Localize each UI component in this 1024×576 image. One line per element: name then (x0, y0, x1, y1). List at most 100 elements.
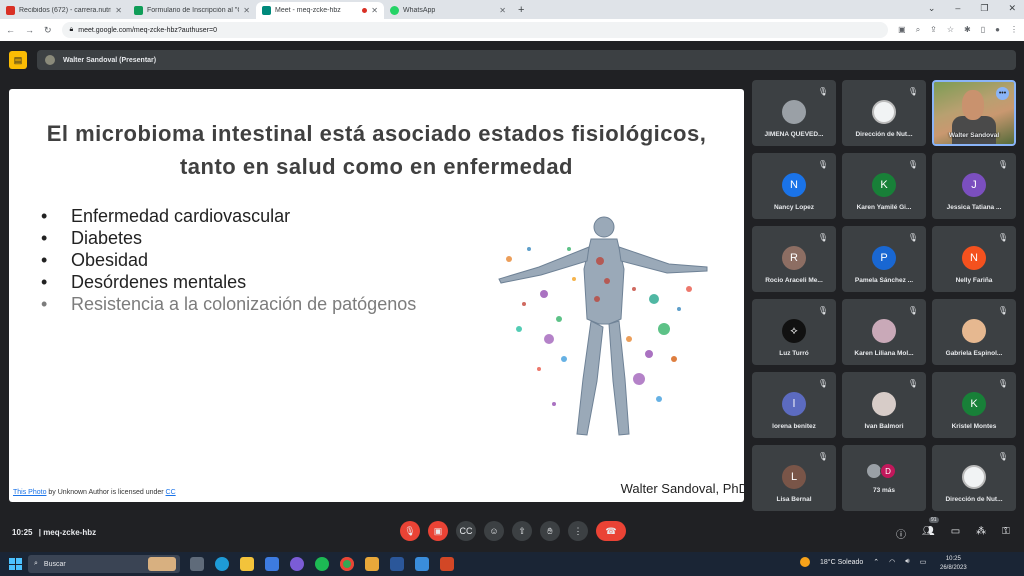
mic-off-icon: 🎙︎ (817, 452, 828, 461)
store-icon[interactable] (265, 557, 279, 571)
participant-tile[interactable]: 🎙︎ Gabriela Espinol... (932, 299, 1016, 365)
edge-icon[interactable] (215, 557, 229, 571)
volume-icon[interactable]: 🔊︎ (905, 558, 909, 566)
more-options-icon[interactable]: ••• (996, 87, 1009, 100)
photo-link[interactable]: This Photo (13, 489, 46, 496)
participant-tile[interactable]: 🎙︎ N Nelly Fariña (932, 226, 1016, 292)
reload-icon[interactable]: ↻ (44, 25, 52, 36)
participant-tile[interactable]: 🎙︎ Dirección de Nut... (842, 80, 926, 146)
people-icon[interactable]: 👥︎ (922, 526, 935, 541)
participant-tile[interactable]: 🎙︎ l lorena benitez (752, 372, 836, 438)
mic-off-icon: 🎙︎ (997, 306, 1008, 315)
powerpoint-icon[interactable] (440, 557, 454, 571)
bullet-item: Enfermedad cardiovascular (41, 205, 416, 227)
mic-off-icon: 🎙︎ (997, 379, 1008, 388)
participant-tile[interactable]: 🎙︎ L Lisa Bernal (752, 445, 836, 511)
mic-off-icon: 🎙︎ (817, 87, 828, 96)
participant-name: Kristel Montes (951, 423, 997, 430)
presentation-icon[interactable]: ▤ (9, 51, 27, 69)
close-icon[interactable]: ✕ (371, 6, 378, 15)
activities-icon[interactable]: ⁂ (976, 526, 986, 541)
url-field[interactable]: 🔒︎ meet.google.com/meq-zcke-hbz?authuser… (61, 22, 889, 38)
profile-icon[interactable]: ● (995, 25, 1000, 35)
license-link[interactable]: CC (166, 489, 176, 496)
tab-title: WhatsApp (403, 7, 436, 14)
participant-tile[interactable]: 🎙︎ Karen Liliana Mol... (842, 299, 926, 365)
meet-control-bar: 10:25 | meq-zcke-hbz 🎙︎ ▣ CC ☺ ⇧ ✋︎ ⋮ ☎︎… (0, 512, 1024, 552)
presenter-bar[interactable]: Walter Sandoval (Presentar) (37, 50, 1016, 70)
lock-icon: 🔒︎ (69, 26, 74, 33)
participant-tile[interactable]: 🎙︎ Dirección de Nut... (932, 445, 1016, 511)
minimize-icon[interactable]: – (955, 3, 960, 14)
chevron-up-icon[interactable]: ⌃ (873, 558, 879, 566)
chat-icon[interactable]: ▭ (951, 526, 960, 541)
tab-whatsapp[interactable]: WhatsApp ✕ (384, 2, 512, 19)
close-icon[interactable]: ✕ (499, 6, 506, 15)
info-icon[interactable]: ⓘ (896, 526, 906, 541)
participant-name: Jessica Tatiana ... (946, 204, 1002, 211)
forward-icon[interactable]: → (25, 25, 34, 35)
avatar (872, 319, 896, 343)
photos-icon[interactable] (415, 557, 429, 571)
camera-icon[interactable]: ▣ (898, 25, 906, 35)
weather-label[interactable]: 18°C Soleado (820, 559, 863, 566)
presenter-avatar (45, 55, 55, 65)
word-icon[interactable] (390, 557, 404, 571)
back-icon[interactable]: ← (6, 25, 15, 35)
captions-button[interactable]: CC (456, 521, 476, 541)
leave-call-button[interactable]: ☎︎ (596, 521, 626, 541)
camera-toggle-button[interactable]: ▣ (428, 521, 448, 541)
battery-icon[interactable]: ▭ (920, 558, 927, 566)
spotify-icon[interactable] (315, 557, 329, 571)
participant-tile[interactable]: 🎙︎ K Kristel Montes (932, 372, 1016, 438)
taskbar-apps (190, 557, 454, 571)
restore-icon[interactable]: ❐ (980, 3, 988, 14)
mic-off-icon: 🎙︎ (907, 379, 918, 388)
present-button[interactable]: ⇧ (512, 521, 532, 541)
taskbar-clock[interactable]: 10:25 26/8/2023 (940, 555, 967, 573)
participant-name: Ivan Balmori (864, 423, 904, 430)
media-app-icon[interactable] (290, 557, 304, 571)
more-options-button[interactable]: ⋮ (568, 521, 588, 541)
more-participants-tile[interactable]: D 73 más (842, 445, 926, 511)
avatar: l (782, 392, 806, 416)
participant-tile[interactable]: 🎙︎ N Nancy Lopez (752, 153, 836, 219)
participant-tile[interactable]: 🎙︎ ⟡ Luz Turró (752, 299, 836, 365)
tab-title: Formulario de Inscripción al "Cu (147, 7, 240, 14)
close-icon[interactable]: ✕ (115, 6, 122, 15)
network-icon[interactable]: ◠ (889, 558, 895, 566)
close-window-icon[interactable]: ✕ (1008, 3, 1016, 14)
participant-tile[interactable]: 🎙︎ K Karen Yamilé Gi... (842, 153, 926, 219)
participant-tile[interactable]: 🎙︎ J Jessica Tatiana ... (932, 153, 1016, 219)
lock-icon[interactable]: ⚿ (1002, 526, 1010, 541)
tab-gmail[interactable]: Recibidos (672) - carrera.nutricio ✕ (0, 2, 128, 19)
tab-meet[interactable]: Meet - meq-zcke-hbz ✕ (256, 2, 384, 19)
avatar: P (872, 246, 896, 270)
files-icon[interactable] (365, 557, 379, 571)
extensions-icon[interactable]: ✱ (964, 25, 971, 35)
task-view-icon[interactable] (190, 557, 204, 571)
participant-tile[interactable]: 🎙︎ JIMENA QUEVED... (752, 80, 836, 146)
tab-forms[interactable]: Formulario de Inscripción al "Cu ✕ (128, 2, 256, 19)
raise-hand-button[interactable]: ✋︎ (540, 521, 560, 541)
taskbar-search[interactable]: ⌕ Buscar (28, 555, 180, 573)
self-video-tile[interactable]: ••• Walter Sandoval (932, 80, 1016, 146)
star-icon[interactable]: ☆ (947, 25, 954, 35)
image-credit: This Photo by Unknown Author is licensed… (13, 489, 176, 496)
search-icon: ⌕ (34, 560, 38, 567)
new-tab-button[interactable]: + (518, 4, 524, 16)
menu-icon[interactable]: ⋮ (1010, 25, 1018, 35)
participant-tile[interactable]: 🎙︎ R Rocio Araceli Me... (752, 226, 836, 292)
mic-toggle-button[interactable]: 🎙︎ (400, 521, 420, 541)
participant-tile[interactable]: 🎙︎ Ivan Balmori (842, 372, 926, 438)
file-explorer-icon[interactable] (240, 557, 254, 571)
chrome-icon[interactable] (340, 557, 354, 571)
close-icon[interactable]: ✕ (243, 6, 250, 15)
share-icon[interactable]: ⇪ (930, 25, 937, 35)
chevron-down-icon[interactable]: ⌄ (928, 3, 936, 14)
sidebar-icon[interactable]: ▯ (981, 25, 985, 35)
emoji-button[interactable]: ☺ (484, 521, 504, 541)
participant-tile[interactable]: 🎙︎ P Pamela Sánchez ... (842, 226, 926, 292)
windows-start-icon[interactable] (6, 555, 24, 573)
zoom-icon[interactable]: ⌕ (916, 25, 920, 35)
